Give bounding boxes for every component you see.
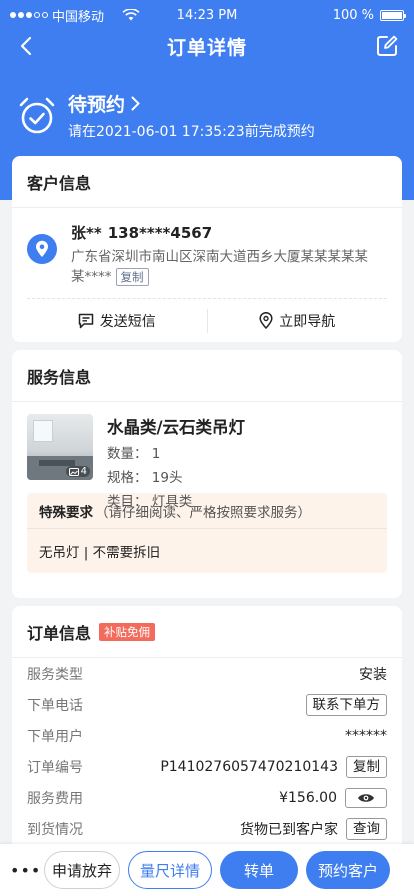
- customer-card: 客户信息 张** 138****4567 广东省深圳市南山区深南大道西乡大厦某某某…: [12, 156, 402, 342]
- time-label: 14:23 PM: [176, 7, 238, 23]
- wifi-icon: [122, 9, 140, 21]
- measure-details-button[interactable]: 量尺详情: [128, 851, 212, 889]
- order-row-fee: 服务费用 ¥156.00: [27, 782, 387, 813]
- service-quantity: 数量： 1: [107, 446, 161, 462]
- page-title: 订单详情: [166, 36, 247, 59]
- contact-orderer-button[interactable]: 联系下单方: [305, 693, 387, 716]
- order-section-header: 订单信息 补贴免佣: [12, 606, 402, 658]
- query-delivery-button[interactable]: 查询: [346, 817, 387, 840]
- order-row-user: 下单用户 ******: [27, 727, 387, 745]
- send-sms-label: 发送短信: [99, 313, 156, 330]
- transfer-order-button[interactable]: 转单: [220, 851, 298, 889]
- status-label: 待预约: [68, 94, 126, 116]
- send-sms-button[interactable]: 发送短信: [27, 311, 207, 331]
- carrier-label: 中国移动: [52, 9, 105, 25]
- navigation-bar: 订单详情: [0, 30, 414, 62]
- order-section-title: 订单信息: [27, 623, 92, 643]
- more-button[interactable]: •••: [10, 861, 40, 880]
- order-row-phone: 下单电话 联系下单方: [27, 689, 387, 720]
- back-icon[interactable]: [14, 34, 38, 58]
- message-icon: [78, 313, 93, 328]
- alarm-clock-icon: [19, 97, 55, 133]
- battery-percent: 100 %: [332, 7, 374, 23]
- subsidy-badge: 补贴免佣: [99, 622, 156, 641]
- photo-count-badge: 4: [65, 466, 90, 477]
- service-item-title: 水晶类/云石类吊灯: [107, 418, 246, 437]
- service-spec: 规格： 19头: [107, 470, 183, 486]
- special-hint: （请仔细阅读、严格按照要求服务）: [95, 504, 311, 521]
- customer-address: 广东省深圳市南山区深南大道西乡大厦某某某某某某**** 复制: [71, 247, 371, 287]
- location-pin-icon: [27, 234, 57, 264]
- navigate-label: 立即导航: [279, 313, 336, 330]
- bottom-action-bar: ••• 申请放弃 量尺详情 转单 预约客户: [0, 844, 414, 896]
- eye-icon[interactable]: [345, 787, 387, 808]
- apply-abandon-button[interactable]: 申请放弃: [44, 851, 120, 889]
- order-status[interactable]: 待预约 请在2021-06-01 17:35:23前完成预约: [18, 90, 315, 141]
- special-content: 无吊灯 | 不需要拆旧: [39, 545, 161, 561]
- service-photo[interactable]: 4: [27, 414, 93, 480]
- status-bar: 中国移动 14:23 PM 100 %: [0, 0, 414, 30]
- navigate-button[interactable]: 立即导航: [208, 311, 388, 331]
- chevron-right-icon: [131, 96, 140, 111]
- service-section-title: 服务信息: [12, 350, 402, 402]
- edit-icon[interactable]: [374, 33, 400, 59]
- signal-icon: [10, 12, 48, 18]
- copy-order-number-button[interactable]: 复制: [346, 755, 387, 778]
- special-requirements: 特殊要求 （请仔细阅读、严格按照要求服务） 无吊灯 | 不需要拆旧: [27, 493, 387, 573]
- service-card: 服务信息 4 水晶类/云石类吊灯 数量： 1 规格： 19头 类目： 灯具类 特…: [12, 350, 402, 598]
- special-title: 特殊要求: [39, 504, 93, 521]
- book-customer-button[interactable]: 预约客户: [306, 851, 390, 889]
- service-fee: ¥156.00: [279, 789, 337, 806]
- order-number: P1410276057470210143: [160, 758, 338, 775]
- copy-address-button[interactable]: 复制: [115, 268, 149, 286]
- order-row-delivery: 到货情况 货物已到客户家 查询: [27, 813, 387, 844]
- image-icon: [68, 467, 79, 476]
- battery-icon: [380, 9, 406, 21]
- customer-name: 张**: [71, 224, 102, 242]
- customer-actions: 发送短信 立即导航: [27, 298, 387, 342]
- customer-section-title: 客户信息: [12, 156, 402, 208]
- customer-phone[interactable]: 138****4567: [108, 224, 212, 242]
- customer-contact: 张** 138****4567: [71, 222, 371, 243]
- deadline-text: 请在2021-06-01 17:35:23前完成预约: [68, 124, 315, 140]
- navigation-pin-icon: [259, 312, 273, 329]
- order-row-service-type: 服务类型 安装: [27, 666, 387, 683]
- order-row-number: 订单编号 P1410276057470210143 复制: [27, 751, 387, 782]
